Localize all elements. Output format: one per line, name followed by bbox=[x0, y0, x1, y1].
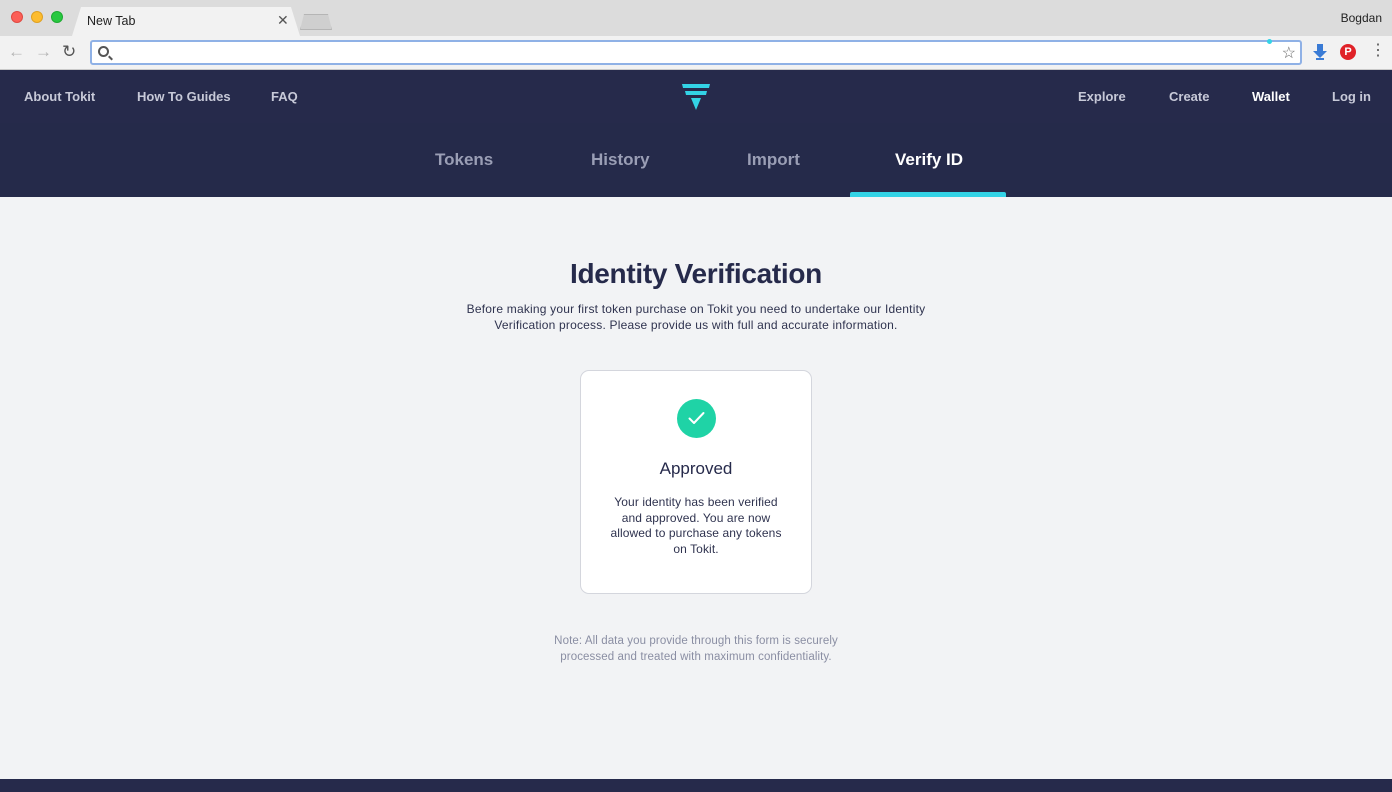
address-bar[interactable]: ☆ bbox=[90, 40, 1302, 65]
nav-faq[interactable]: FAQ bbox=[271, 89, 298, 104]
page-title: Identity Verification bbox=[570, 258, 822, 289]
search-icon bbox=[98, 46, 109, 57]
reload-icon[interactable]: ↻ bbox=[62, 42, 76, 62]
browser-titlebar: New Tab ✕ Bogdan bbox=[0, 0, 1392, 36]
tab-history[interactable]: History bbox=[591, 150, 650, 170]
verification-status-card: Approved Your identity has been verified… bbox=[580, 370, 812, 594]
tab-close-icon[interactable]: ✕ bbox=[277, 12, 289, 28]
tab-verify-id[interactable]: Verify ID bbox=[895, 150, 963, 170]
nav-explore[interactable]: Explore bbox=[1078, 89, 1126, 104]
new-tab-button[interactable] bbox=[300, 14, 332, 30]
tokit-logo-icon[interactable] bbox=[682, 84, 710, 110]
nav-create[interactable]: Create bbox=[1169, 89, 1209, 104]
nav-how-to-guides[interactable]: How To Guides bbox=[137, 89, 231, 104]
status-message: Your identity has been verified and appr… bbox=[610, 495, 782, 556]
site-footer bbox=[0, 779, 1392, 792]
nav-about-tokit[interactable]: About Tokit bbox=[24, 89, 95, 104]
status-title: Approved bbox=[659, 459, 733, 478]
pinterest-icon[interactable]: P bbox=[1340, 44, 1356, 60]
tab-title: New Tab bbox=[87, 14, 136, 28]
wallet-subnav: Tokens History Import Verify ID bbox=[0, 123, 1392, 197]
page-description: Before making your first token purchase … bbox=[466, 302, 926, 332]
profile-name[interactable]: Bogdan bbox=[1341, 11, 1382, 25]
tab-tokens[interactable]: Tokens bbox=[435, 150, 493, 170]
maximize-window-button[interactable] bbox=[51, 11, 63, 23]
close-window-button[interactable] bbox=[11, 11, 23, 23]
privacy-note: Note: All data you provide through this … bbox=[554, 635, 838, 663]
active-tab-indicator bbox=[850, 192, 1006, 197]
extension-icon[interactable] bbox=[1313, 44, 1327, 60]
forward-arrow-icon[interactable]: → bbox=[35, 42, 52, 62]
browser-toolbar: ← → ↻ ☆ bbox=[0, 36, 1392, 70]
tab-import[interactable]: Import bbox=[747, 150, 800, 170]
nav-log-in[interactable]: Log in bbox=[1332, 89, 1371, 104]
nav-wallet[interactable]: Wallet bbox=[1252, 89, 1290, 104]
star-icon[interactable]: ☆ bbox=[1282, 43, 1296, 63]
check-icon bbox=[677, 399, 716, 438]
site-header: About Tokit How To Guides FAQ Explore Cr… bbox=[0, 70, 1392, 123]
back-arrow-icon[interactable]: ← bbox=[8, 42, 25, 62]
minimize-window-button[interactable] bbox=[31, 11, 43, 23]
active-nav-indicator bbox=[1267, 39, 1272, 44]
menu-icon[interactable]: ⋮ bbox=[1370, 42, 1386, 60]
